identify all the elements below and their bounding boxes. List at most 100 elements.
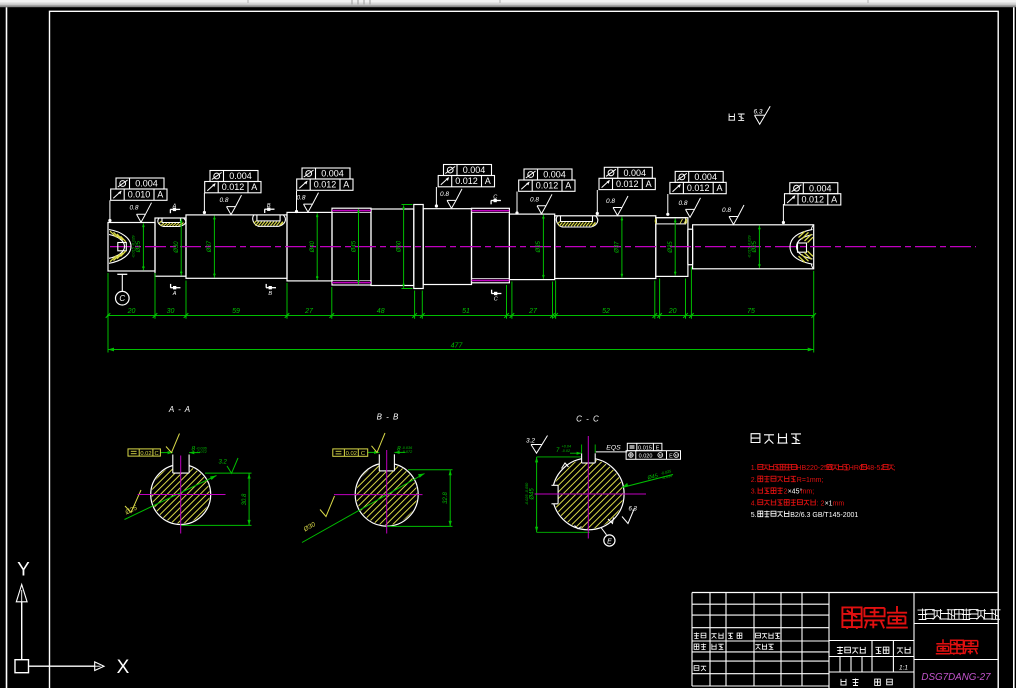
svg-text:51: 51 [462,308,470,315]
svg-text:M: M [659,454,662,458]
svg-text:DSG7DANG-27: DSG7DANG-27 [921,672,991,683]
svg-text:27: 27 [304,308,314,315]
svg-text:0.010: 0.010 [128,190,151,200]
svg-text:0.004: 0.004 [463,165,486,175]
svg-text:EQS: EQS [606,444,621,451]
svg-text:A: A [172,203,177,209]
svg-text:0.020: 0.020 [639,454,653,460]
svg-text:Y: Y [17,560,30,581]
svg-text:Ø40: Ø40 [310,240,316,253]
svg-text:0.012: 0.012 [222,182,245,192]
svg-text:0.8: 0.8 [220,197,229,204]
svg-text:0.004: 0.004 [809,183,832,193]
svg-text:0.8: 0.8 [606,198,615,205]
svg-text:32.8: 32.8 [443,492,449,504]
svg-text:HB220-250,: HB220-250, [796,465,833,472]
svg-text:5.: 5. [751,512,757,519]
svg-text:Ø25: Ø25 [752,240,758,253]
svg-text:8: 8 [192,446,196,453]
svg-text:0.8: 0.8 [530,196,539,203]
svg-text:2.: 2. [751,477,757,484]
svg-text:4.: 4. [751,500,757,507]
svg-text:30.8: 30.8 [242,493,248,505]
svg-text:30: 30 [167,308,175,315]
svg-text:0.004: 0.004 [135,179,158,189]
svg-text:+0.04: +0.04 [562,445,572,449]
svg-text:C - C: C - C [576,415,600,424]
svg-text:Ø37: Ø37 [615,241,621,254]
svg-text:A: A [251,182,257,192]
svg-text:A: A [831,194,837,204]
svg-text:A: A [172,291,177,297]
svg-text:-0.072: -0.072 [196,450,208,454]
svg-text:27: 27 [528,308,538,315]
svg-text:×1: ×1 [825,500,833,507]
svg-text:B - B: B - B [377,413,400,422]
svg-text:6.3: 6.3 [754,108,763,115]
svg-text:-0.015 -0.029: -0.015 -0.029 [132,235,136,258]
svg-text:477: 477 [451,343,464,350]
svg-text:0.8: 0.8 [130,205,139,212]
svg-text:Ø45: Ø45 [351,240,357,253]
svg-text:mm;: mm; [801,489,815,496]
svg-text:A: A [716,183,722,193]
svg-text:A - A: A - A [168,405,191,414]
svg-text:C: C [119,294,125,303]
svg-text:3.2: 3.2 [526,438,535,445]
svg-text:48-52: 48-52 [866,465,884,472]
svg-text:0.012: 0.012 [616,179,639,189]
svg-text:0.8: 0.8 [679,200,688,207]
svg-text:: 2: : 2 [817,500,825,507]
svg-text:20: 20 [127,308,136,315]
svg-text:X: X [117,657,130,678]
svg-text:;: ; [894,465,896,472]
svg-text:C: C [155,451,159,457]
svg-text:20: 20 [668,308,677,315]
svg-text:75: 75 [747,308,755,315]
svg-text:0.8: 0.8 [722,207,731,214]
svg-text:Ø30: Ø30 [174,241,180,254]
svg-text:C: C [361,451,365,457]
svg-text:A: A [157,190,163,200]
svg-text:E: E [607,538,612,545]
svg-text:3.: 3. [751,489,757,496]
svg-text:C: C [493,194,497,200]
svg-text:59: 59 [232,308,240,315]
svg-text:Ø37: Ø37 [207,240,213,253]
svg-text:R=1mm;: R=1mm; [797,477,824,484]
svg-text:3.2: 3.2 [219,460,228,466]
svg-text:0.012: 0.012 [687,183,710,193]
svg-text:0.012: 0.012 [455,176,478,186]
svg-text:0.012: 0.012 [536,181,559,191]
svg-text:A: A [646,179,652,189]
svg-text:0.02: 0.02 [140,451,151,457]
svg-text:1:1: 1:1 [899,665,908,672]
svg-text:Ø35: Ø35 [668,241,674,254]
svg-text:C: C [494,297,498,303]
svg-text:E: E [669,454,673,460]
svg-text:0.004: 0.004 [624,168,647,178]
svg-text:-0.072: -0.072 [402,450,414,454]
svg-text:0.004: 0.004 [543,170,566,180]
svg-text:0.004: 0.004 [321,169,344,179]
svg-text:0.02: 0.02 [346,451,357,457]
svg-text:0.004: 0.004 [229,171,252,181]
svg-text:52: 52 [602,308,610,315]
svg-text:A: A [343,180,349,190]
svg-text:M: M [675,454,678,458]
svg-text:Ø45: Ø45 [529,488,535,501]
svg-text:0.8: 0.8 [297,195,306,202]
svg-text:0.012: 0.012 [314,180,337,190]
svg-text:Ø35: Ø35 [536,241,542,254]
svg-text:0.012: 0.012 [802,194,825,204]
svg-text:1.: 1. [751,465,757,472]
svg-text:-0.02: -0.02 [562,449,572,453]
svg-text:Ø50: Ø50 [396,240,402,253]
svg-text:-0.025 -0.050: -0.025 -0.050 [525,482,529,505]
svg-text:B: B [267,203,271,209]
svg-text:A: A [565,181,571,191]
svg-text:mm: mm [833,500,845,507]
svg-text:0.004: 0.004 [694,172,717,182]
svg-text:48: 48 [377,308,385,315]
svg-text:B2/6.3 GB/T145-2001: B2/6.3 GB/T145-2001 [790,512,858,519]
